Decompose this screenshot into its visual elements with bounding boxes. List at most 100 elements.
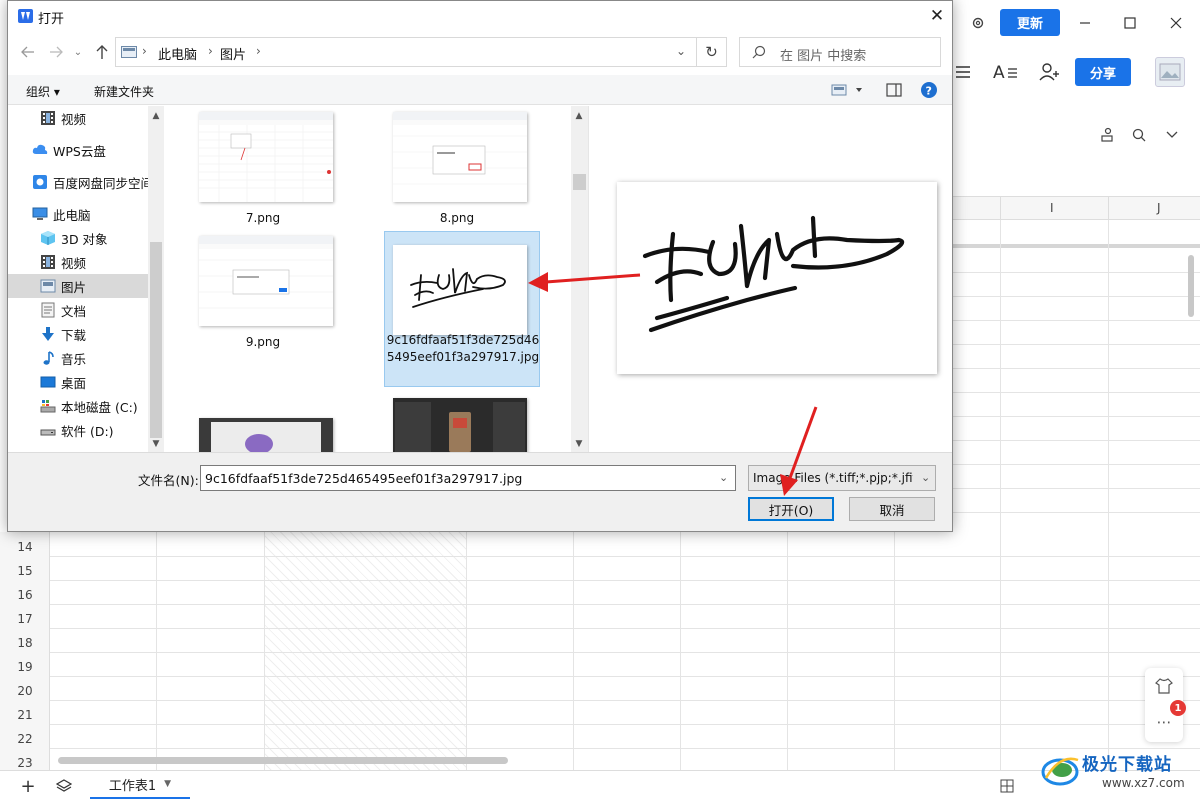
nav-item-pictures[interactable]: 图片 [8, 274, 148, 298]
svg-text:?: ? [926, 85, 932, 98]
svg-text:A: A [993, 63, 1005, 82]
row-number[interactable]: 17 [0, 612, 50, 626]
window-close-icon[interactable] [1163, 10, 1189, 36]
address-bar[interactable]: › 此电脑 › 图片 › ⌄ [115, 37, 697, 67]
row-number[interactable]: 19 [0, 660, 50, 674]
file-item[interactable] [185, 402, 341, 452]
recent-dropdown-icon[interactable]: ⌄ [68, 42, 88, 62]
nav-item-music[interactable]: 音乐 [8, 346, 148, 370]
nav-pane-scrollbar[interactable]: ▲ ▼ [148, 106, 164, 452]
file-name: 9c16fdfaaf51f3de725d465495eef01f3a297917… [386, 333, 540, 364]
tab-sheet1[interactable]: 工作表1 ▼ [90, 771, 190, 799]
scrollbar-thumb[interactable] [150, 242, 162, 438]
file-thumbnail [393, 112, 527, 202]
row-number[interactable]: 22 [0, 732, 50, 746]
file-thumbnail [393, 398, 527, 452]
share-button[interactable]: 分享 [1075, 58, 1131, 86]
chevron-down-icon[interactable]: ⌄ [921, 471, 930, 484]
organize-menu[interactable]: 组织 ▾ [26, 83, 60, 100]
nav-item-wps-cloud[interactable]: WPS云盘 [8, 138, 148, 162]
nav-item-3d-objects[interactable]: 3D 对象 [8, 226, 148, 250]
row-number[interactable]: 16 [0, 588, 50, 602]
row-number[interactable]: 15 [0, 564, 50, 578]
file-item-selected[interactable]: 9c16fdfaaf51f3de725d465495eef01f3a297917… [384, 231, 540, 387]
change-view-icon[interactable] [830, 81, 866, 99]
more-icon[interactable]: ⋯ [1154, 712, 1174, 732]
file-item[interactable]: 8.png [379, 106, 535, 230]
settings-icon[interactable] [965, 10, 991, 36]
nav-item-video-2[interactable]: 视频 [8, 250, 148, 274]
breadcrumb-pictures[interactable]: 图片 [220, 44, 246, 63]
forward-arrow-icon[interactable] [46, 42, 66, 62]
chevron-down-icon[interactable] [1163, 126, 1181, 144]
minimize-icon[interactable] [1072, 10, 1098, 36]
row-number[interactable]: 21 [0, 708, 50, 722]
nav-item-label: 视频 [61, 111, 87, 127]
file-item[interactable]: 7.png [185, 106, 341, 230]
notification-badge: 1 [1170, 700, 1186, 716]
preview-pane-icon[interactable] [884, 81, 904, 99]
font-style-icon[interactable]: A [993, 60, 1019, 84]
add-collaborator-icon[interactable] [1037, 60, 1061, 84]
nav-item-drive-c[interactable]: 本地磁盘 (C:) [8, 394, 148, 418]
avatar[interactable] [1155, 57, 1185, 87]
shirt-icon[interactable] [1154, 676, 1174, 696]
chevron-down-icon: ▼ [164, 779, 172, 789]
open-button[interactable]: 打开(O) [748, 497, 834, 521]
nav-item-baidu-sync[interactable]: 百度网盘同步空间 [8, 170, 153, 194]
file-list-scrollbar[interactable]: ▲ ▼ [571, 106, 588, 452]
scroll-down-icon[interactable]: ▼ [148, 436, 164, 452]
file-name: 7.png [245, 211, 281, 225]
grid-view-icon[interactable] [998, 778, 1016, 794]
cancel-button[interactable]: 取消 [849, 497, 935, 521]
column-letter[interactable]: I [1050, 201, 1054, 215]
nav-item-drive-d[interactable]: 软件 (D:) [8, 418, 148, 442]
scroll-down-icon[interactable]: ▼ [571, 436, 587, 452]
maximize-icon[interactable] [1117, 10, 1143, 36]
vertical-scrollbar[interactable] [1188, 255, 1194, 317]
back-arrow-icon[interactable] [18, 42, 38, 62]
new-folder-button[interactable]: 新建文件夹 [94, 83, 154, 100]
nav-item-video[interactable]: 视频 [8, 106, 148, 130]
scroll-up-icon[interactable]: ▲ [148, 108, 164, 124]
chevron-down-icon[interactable]: ⌄ [676, 44, 686, 58]
file-item[interactable] [379, 392, 535, 452]
search-input[interactable]: 在 图片 中搜索 [739, 37, 941, 67]
nav-item-label: 桌面 [61, 375, 87, 391]
row-number[interactable]: 14 [0, 540, 50, 554]
nav-item-this-pc[interactable]: 此电脑 [8, 202, 148, 226]
nav-item-documents[interactable]: 文档 [8, 298, 148, 322]
refresh-icon[interactable]: ↻ [697, 37, 727, 67]
up-arrow-icon[interactable] [92, 42, 112, 62]
scroll-up-icon[interactable]: ▲ [571, 108, 587, 124]
scrollbar-thumb[interactable] [573, 174, 586, 190]
dialog-footer: 文件名(N): 9c16fdfaaf51f3de725d465495eef01f… [8, 452, 952, 531]
chevron-down-icon[interactable]: ⌄ [719, 471, 728, 484]
help-icon[interactable]: ? [919, 81, 939, 99]
file-thumbnail [199, 112, 333, 202]
menu-icon[interactable] [952, 62, 972, 82]
nav-item-label: 下载 [61, 327, 87, 343]
column-letter[interactable]: J [1157, 201, 1161, 215]
filename-input[interactable]: 9c16fdfaaf51f3de725d465495eef01f3a297917… [200, 465, 736, 491]
watermark: 极光下载站 www.xz7.com [1040, 748, 1198, 798]
layers-icon[interactable] [54, 776, 74, 796]
find-icon[interactable] [1130, 126, 1148, 144]
add-sheet-icon[interactable]: + [18, 776, 38, 797]
file-item[interactable]: 9.png [185, 230, 341, 354]
horizontal-scrollbar[interactable] [58, 757, 508, 764]
breadcrumb-this-pc[interactable]: 此电脑 [158, 44, 197, 63]
desktop-icon [40, 376, 56, 388]
format-brush-icon[interactable] [1098, 126, 1116, 144]
row-number[interactable]: 20 [0, 684, 50, 698]
close-icon[interactable]: ✕ [924, 4, 950, 28]
row-number[interactable]: 18 [0, 636, 50, 650]
sheet-tab-bar: + 工作表1 ▼ [0, 770, 1200, 800]
chevron-right-icon: › [208, 44, 213, 58]
nav-item-downloads[interactable]: 下载 [8, 322, 148, 346]
nav-item-desktop[interactable]: 桌面 [8, 370, 148, 394]
update-button[interactable]: 更新 [1000, 9, 1060, 36]
filetype-select[interactable]: Image Files (*.tiff;*.pjp;*.jfif;*. ⌄ [748, 465, 936, 491]
row-number[interactable]: 23 [0, 756, 50, 770]
cube-icon [41, 231, 55, 245]
